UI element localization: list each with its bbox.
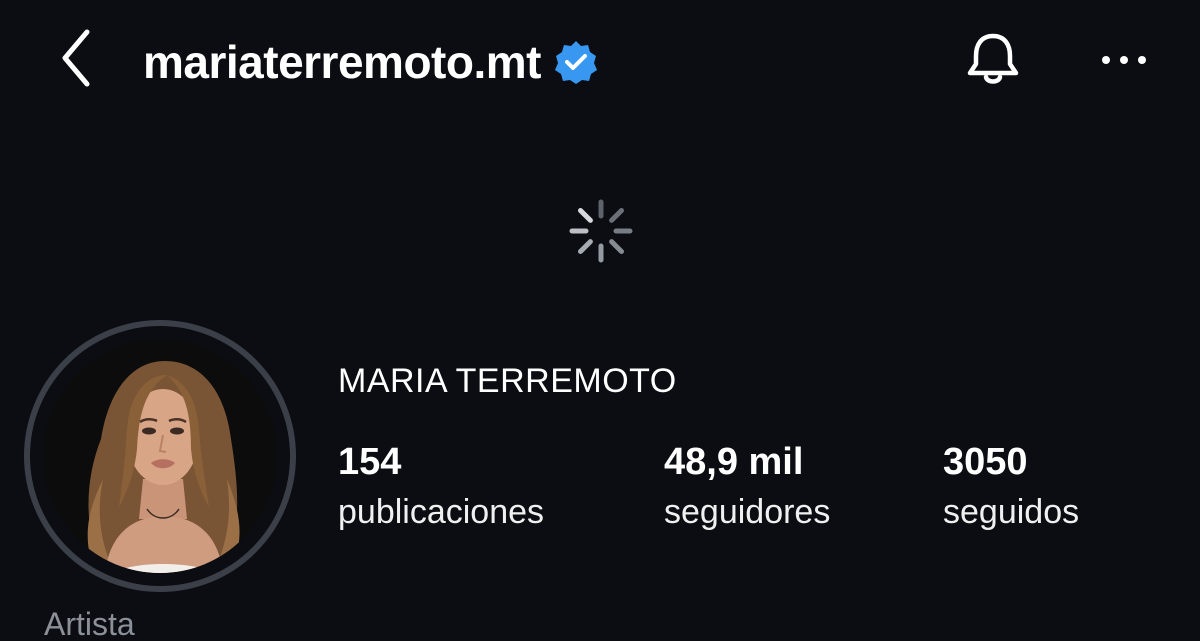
stat-posts-label: publicaciones bbox=[338, 493, 545, 531]
header-title: mariaterremoto.mt bbox=[143, 30, 599, 94]
username: mariaterremoto.mt bbox=[143, 36, 541, 88]
profile-full-name: MARIA TERREMOTO bbox=[338, 362, 677, 400]
stat-posts[interactable]: 154 publicaciones bbox=[338, 438, 544, 536]
stat-following[interactable]: 3050 seguidos bbox=[943, 438, 1079, 536]
stat-followers-count: 48,9 mil bbox=[664, 441, 804, 483]
stat-following-count: 3050 bbox=[943, 441, 1028, 483]
more-horizontal-icon bbox=[1099, 53, 1149, 72]
stat-posts-count: 154 bbox=[338, 441, 402, 483]
stat-followers[interactable]: 48,9 mil seguidores bbox=[664, 438, 830, 536]
verified-badge-icon bbox=[553, 39, 599, 85]
bell-icon bbox=[963, 30, 1023, 95]
profile-category: Artista bbox=[44, 606, 135, 641]
stat-followers-label: seguidores bbox=[664, 493, 831, 531]
spinner-icon bbox=[566, 196, 636, 266]
more-options-button[interactable] bbox=[1094, 40, 1154, 84]
profile-avatar-button[interactable] bbox=[24, 320, 296, 592]
back-button[interactable] bbox=[52, 28, 102, 92]
profile-screen: mariaterremoto.mt MARIA TERREMOTO 154 pu… bbox=[0, 0, 1200, 641]
avatar bbox=[43, 339, 277, 573]
notifications-button[interactable] bbox=[960, 30, 1026, 94]
chevron-left-icon bbox=[57, 26, 97, 95]
stat-following-label: seguidos bbox=[943, 493, 1080, 531]
